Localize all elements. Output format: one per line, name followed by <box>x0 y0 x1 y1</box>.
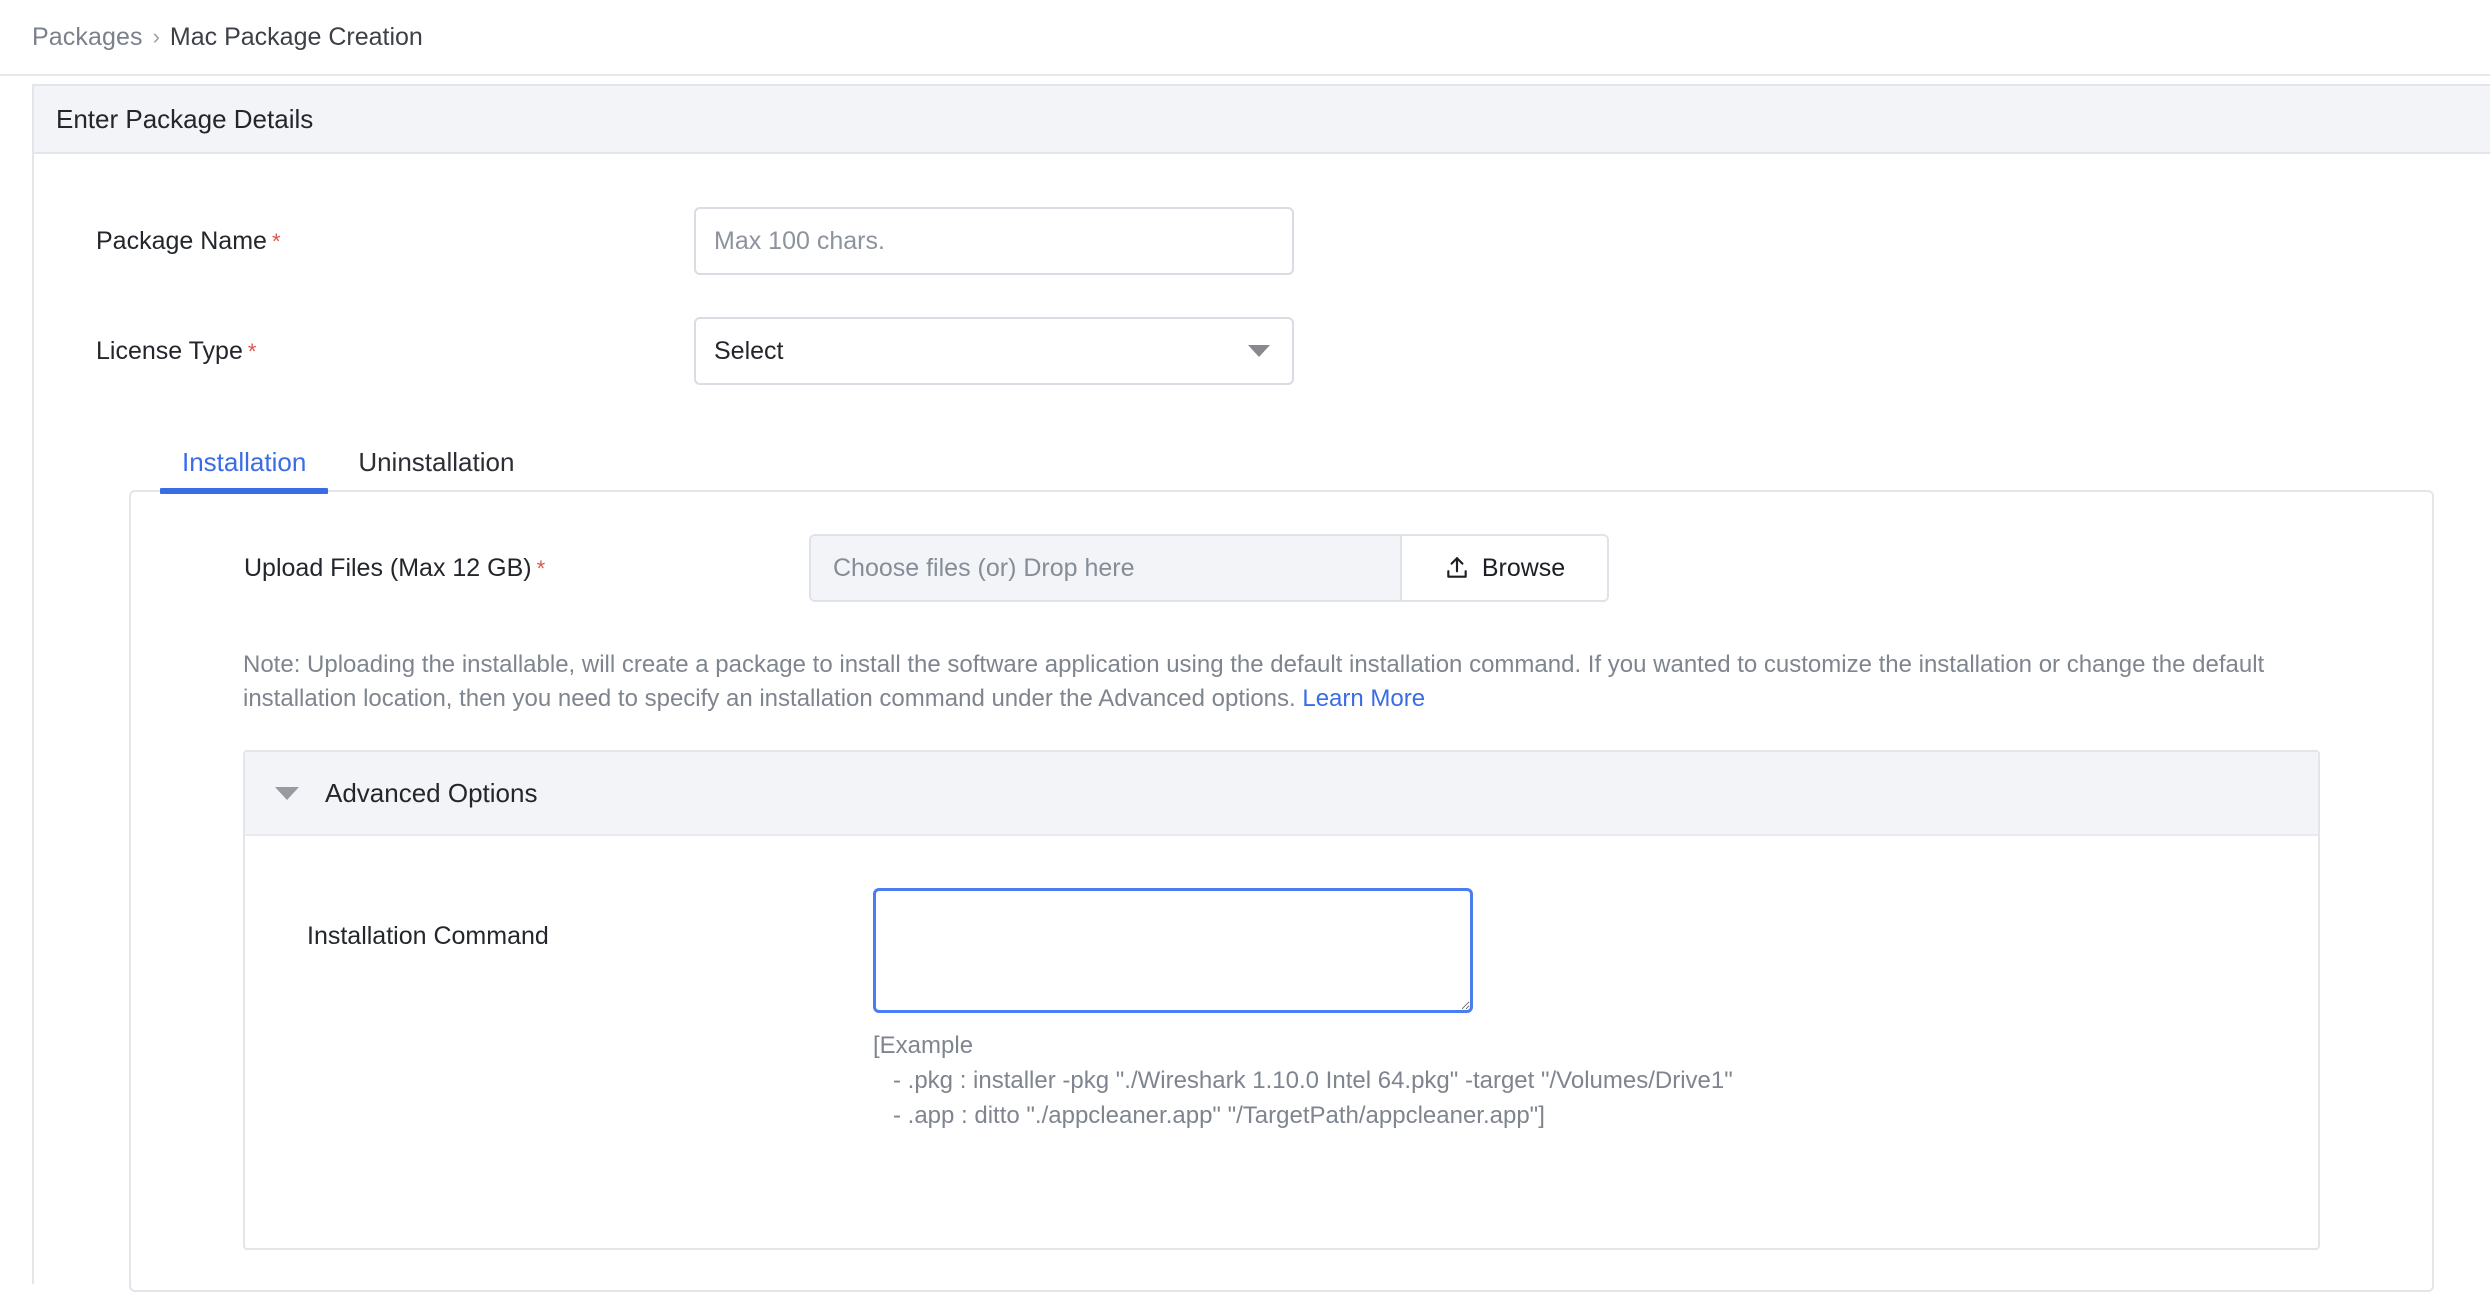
tab-uninstallation[interactable]: Uninstallation <box>328 447 544 494</box>
breadcrumb: Packages › Mac Package Creation <box>0 0 2490 76</box>
upload-files-label: Upload Files (Max 12 GB) * <box>149 554 809 583</box>
package-name-label-text: Package Name <box>96 226 267 255</box>
required-marker: * <box>536 555 546 581</box>
package-details-card: Enter Package Details Package Name* Lice… <box>32 84 2490 1293</box>
page-title: Enter Package Details <box>56 103 314 134</box>
browse-button[interactable]: Browse <box>1400 536 1607 600</box>
tab-installation[interactable]: Installation <box>160 447 329 494</box>
upload-note: Note: Uploading the installable, will cr… <box>243 648 2320 716</box>
installation-command-field-group: [Example - .pkg : installer -pkg "./Wire… <box>873 888 1733 1188</box>
upload-files-row: Upload Files (Max 12 GB) * Choose files (… <box>131 534 2432 602</box>
advanced-options-body: Installation Command [Example - .pkg : i… <box>245 836 2318 1248</box>
package-tabs: Installation Uninstallation <box>34 422 2490 494</box>
license-type-label-text: License Type <box>96 336 243 365</box>
license-type-selected-value: Select <box>714 336 784 365</box>
installation-command-label: Installation Command <box>307 922 549 951</box>
form-row-license-type: License Type * Select <box>34 312 2490 390</box>
advanced-options-section: Advanced Options Installation Command [E… <box>243 750 2320 1251</box>
advanced-options-toggle[interactable]: Advanced Options <box>245 752 2318 837</box>
form-row-package-name: Package Name * <box>34 202 2490 280</box>
breadcrumb-separator-icon: › <box>152 24 160 49</box>
file-dropzone[interactable]: Choose files (or) Drop here <box>811 536 1400 600</box>
installation-tab-panel: Upload Files (Max 12 GB) * Choose files (… <box>129 490 2434 1293</box>
upload-files-label-text: Upload Files (Max 12 GB) <box>244 553 532 582</box>
required-marker: * <box>247 338 257 364</box>
required-marker: * <box>271 228 281 254</box>
installation-command-example: [Example - .pkg : installer -pkg "./Wire… <box>873 1032 1733 1129</box>
package-details-form: Package Name* License Type* Select Insta… <box>34 154 2490 1296</box>
upload-note-text: Note: Uploading the installable, will cr… <box>243 651 2265 713</box>
package-name-label: Package Name * <box>34 227 694 256</box>
file-upload-control: Choose files (or) Drop here Browse <box>809 534 1609 602</box>
license-type-select[interactable]: Select <box>694 317 1294 385</box>
chevron-down-icon <box>1248 345 1270 357</box>
advanced-options-title: Advanced Options <box>325 777 538 808</box>
package-name-input[interactable] <box>694 207 1294 275</box>
card-header: Enter Package Details <box>34 86 2490 154</box>
breadcrumb-parent-packages[interactable]: Packages <box>32 23 143 52</box>
license-type-label: License Type * <box>34 337 694 366</box>
upload-icon <box>1447 557 1467 578</box>
browse-button-label: Browse <box>1481 553 1566 582</box>
chevron-down-icon <box>275 786 299 800</box>
installation-command-textarea[interactable] <box>873 888 1473 1014</box>
learn-more-link[interactable]: Learn More <box>1302 685 1425 712</box>
breadcrumb-current-mac-package-creation: Mac Package Creation <box>169 22 423 51</box>
